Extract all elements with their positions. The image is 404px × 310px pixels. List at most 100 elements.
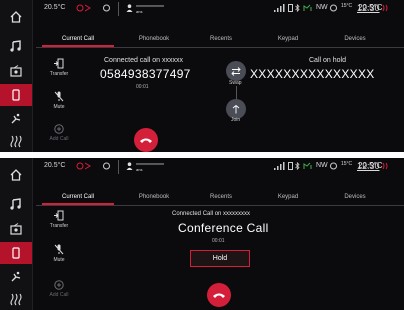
compass-direction: NW: [316, 162, 328, 169]
tab-current-call[interactable]: Current Call: [48, 36, 108, 42]
home-button[interactable]: [4, 164, 28, 186]
transfer-button[interactable]: Transfer: [44, 58, 74, 77]
radio-button[interactable]: [4, 218, 28, 240]
climate-icon: [11, 271, 21, 282]
call-on-hold-label: Call on hold: [309, 57, 346, 64]
seat-heat-button[interactable]: [4, 130, 28, 152]
tab-recents[interactable]: Recents: [191, 36, 251, 42]
connected-number: 0584938377497: [100, 67, 191, 81]
tab-devices[interactable]: Devices: [325, 36, 385, 42]
cabin-temp-left[interactable]: 20.5°C: [44, 162, 65, 169]
mute-button[interactable]: Mute: [44, 91, 74, 110]
bluetooth-icon: [295, 3, 300, 14]
fan-icon[interactable]: [102, 162, 111, 172]
swap-icon: [231, 66, 241, 76]
tab-current-call[interactable]: Current Call: [48, 194, 108, 200]
add-call-icon: [54, 124, 64, 134]
sidebar: [0, 158, 33, 310]
tab-phonebook[interactable]: Phonebook: [124, 36, 184, 42]
mute-button[interactable]: Mute: [44, 244, 74, 263]
outside-temp: 15°C: [341, 161, 353, 167]
phone-icon: [12, 89, 20, 101]
music-icon: [10, 198, 21, 210]
phone-tabs: Current Call Phonebook Recents Keypad De…: [36, 33, 404, 48]
status-bar: 20.5°C xxxxxxxxxxxxxx ans NW 15°C 12:30: [36, 158, 404, 178]
sidebar: [0, 0, 33, 152]
hold-button[interactable]: Hold: [190, 250, 250, 267]
join-button[interactable]: [226, 99, 246, 119]
home-icon: [10, 169, 22, 181]
seat-heat-icon: [10, 293, 22, 306]
media-button[interactable]: [4, 35, 28, 57]
cabin-temp-right[interactable]: 20.5°C: [358, 161, 383, 170]
transfer-label: Transfer: [49, 223, 69, 229]
mute-label: Mute: [53, 257, 65, 263]
connected-duration: 00:01: [136, 84, 149, 90]
climate-icon: [11, 113, 21, 124]
phone-status-icon: [288, 162, 293, 172]
transfer-button[interactable]: Transfer: [44, 210, 74, 229]
transfer-icon: [54, 210, 64, 221]
transfer-label: Transfer: [49, 71, 69, 77]
connected-call-label: Connected Call on xxxxxxxxx: [172, 211, 251, 217]
tab-recents[interactable]: Recents: [191, 194, 251, 200]
user-icon: [126, 162, 133, 172]
radio-icon: [10, 223, 22, 235]
add-call-label: Add Call: [49, 292, 69, 298]
bluetooth-icon: [295, 161, 300, 172]
phone-name: xxxxxxxxxxxxxx: [136, 161, 164, 166]
recirc-icon[interactable]: [76, 4, 92, 14]
held-number: XXXXXXXXXXXXXXX: [250, 67, 375, 81]
weather-icon: [329, 4, 338, 14]
phone-icon: [12, 247, 20, 259]
add-call-button[interactable]: Add Call: [44, 124, 74, 142]
gps-icon: [302, 4, 314, 14]
join-icon: [232, 104, 240, 113]
seat-heat-icon: [10, 135, 22, 148]
climate-button[interactable]: [4, 108, 28, 130]
transfer-icon: [54, 58, 64, 69]
phone-status-icon: [288, 4, 293, 14]
signal-icon: [274, 162, 286, 172]
recirc-icon[interactable]: [76, 162, 92, 172]
phone-button[interactable]: [0, 242, 32, 264]
add-call-icon: [54, 280, 64, 290]
cabin-temp-right[interactable]: 20.5°C: [358, 3, 383, 12]
conference-duration: 00:01: [212, 238, 225, 244]
add-call-label: Add Call: [49, 136, 69, 142]
signal-icon: [274, 4, 286, 14]
end-call-button[interactable]: [134, 128, 158, 152]
conference-title: Conference Call: [178, 221, 269, 235]
add-call-button[interactable]: Add Call: [44, 280, 74, 298]
phone-button[interactable]: [0, 84, 32, 106]
tab-phonebook[interactable]: Phonebook: [124, 194, 184, 200]
compass-direction: NW: [316, 4, 328, 11]
join-label: Join: [231, 117, 241, 123]
seat-heat-button[interactable]: [4, 288, 28, 310]
music-icon: [10, 40, 21, 52]
user-icon: [126, 4, 133, 14]
tab-keypad[interactable]: Keypad: [258, 36, 318, 42]
hang-up-icon: [213, 293, 225, 298]
climate-button[interactable]: [4, 266, 28, 288]
media-button[interactable]: [4, 193, 28, 215]
home-button[interactable]: [4, 6, 28, 28]
phone-name: xxxxxxxxxxxxxx: [136, 3, 164, 8]
screen-call-on-hold: 20.5°C xxxxxxxxxxxxxx ans NW 15°C 12:30: [0, 0, 404, 152]
seat-heat-status-icon[interactable]: [382, 162, 390, 172]
tab-keypad[interactable]: Keypad: [258, 194, 318, 200]
swap-button[interactable]: [226, 61, 246, 81]
connected-call-label: Connected call on xxxxxx: [104, 57, 183, 64]
tab-devices[interactable]: Devices: [325, 194, 385, 200]
phone-sub: ans: [136, 9, 143, 14]
seat-heat-status-icon[interactable]: [382, 4, 390, 14]
outside-temp: 15°C: [341, 3, 353, 9]
radio-button[interactable]: [4, 60, 28, 82]
fan-icon[interactable]: [102, 4, 111, 14]
gps-icon: [302, 162, 314, 172]
home-icon: [10, 11, 22, 23]
screen-conference-call: 20.5°C xxxxxxxxxxxxxx ans NW 15°C 12:30: [0, 158, 404, 310]
end-call-button[interactable]: [207, 283, 231, 307]
status-bar: 20.5°C xxxxxxxxxxxxxx ans NW 15°C 12:30: [36, 0, 404, 20]
cabin-temp-left[interactable]: 20.5°C: [44, 4, 65, 11]
